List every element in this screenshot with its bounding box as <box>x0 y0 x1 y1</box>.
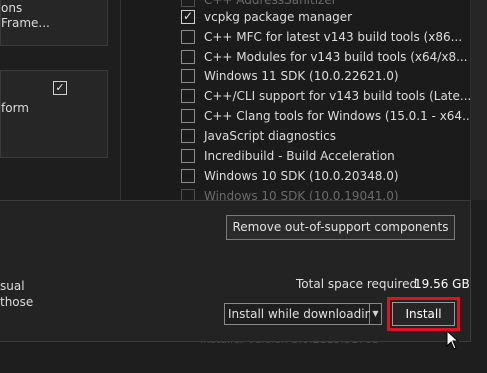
installation-details-list: C++ AddressSanitizer vcpkg package manage… <box>120 0 470 202</box>
mouse-pointer-icon <box>446 330 460 350</box>
component-row[interactable]: Incredibuild - Build Acceleration <box>181 146 470 166</box>
component-checkbox[interactable] <box>181 149 195 163</box>
total-space-value: 19.56 GB <box>414 277 470 291</box>
component-row[interactable]: C++ Clang tools for Windows (15.0.1 - x6… <box>181 106 470 126</box>
component-checkbox[interactable] <box>181 109 195 123</box>
install-button[interactable]: Install <box>392 302 455 326</box>
component-row[interactable]: C++/CLI support for v143 build tools (La… <box>181 86 470 106</box>
workload-card-2[interactable]: ✓ form <box>0 70 108 158</box>
component-checkbox[interactable] <box>181 50 195 64</box>
component-row[interactable]: JavaScript diagnostics <box>181 126 470 146</box>
component-checkbox[interactable] <box>181 89 195 103</box>
total-space-label: Total space required <box>296 277 418 291</box>
workload-card-text-line-2: Frame... <box>1 16 50 30</box>
component-row[interactable]: C++ MFC for latest v143 build tools (x86… <box>181 27 470 47</box>
component-label: Incredibuild - Build Acceleration <box>204 149 395 163</box>
component-label: JavaScript diagnostics <box>204 129 336 143</box>
component-label: C++ Clang tools for Windows (15.0.1 - x6… <box>204 109 470 123</box>
component-row[interactable]: C++ Modules for v143 build tools (x64/x8… <box>181 47 470 67</box>
component-checkbox[interactable] <box>181 129 195 143</box>
component-label: C++ AddressSanitizer <box>204 0 337 7</box>
component-label: C++ MFC for latest v143 build tools (x86… <box>204 30 463 44</box>
footer-text-line-1: sual <box>0 279 25 293</box>
component-label: Windows 11 SDK (10.0.22621.0) <box>204 69 399 83</box>
remove-out-of-support-button[interactable]: Remove out-of-support components <box>226 215 455 240</box>
component-label: Windows 10 SDK (10.0.20348.0) <box>204 169 399 183</box>
chevron-down-icon[interactable]: ▼ <box>370 303 382 325</box>
install-mode-select[interactable]: Install while downloading <box>224 303 380 325</box>
component-row[interactable]: Windows 11 SDK (10.0.22621.0) <box>181 66 470 86</box>
workload-card-1[interactable]: ons Frame... <box>0 0 108 46</box>
install-footer: Remove out-of-support components sual th… <box>0 200 471 342</box>
component-checkbox[interactable] <box>181 9 195 24</box>
component-checkbox[interactable] <box>181 0 195 7</box>
component-label: C++/CLI support for v143 build tools (La… <box>204 89 470 103</box>
component-label: C++ Modules for v143 build tools (x64/x8… <box>204 50 468 64</box>
component-checkbox[interactable] <box>181 169 195 183</box>
component-checkbox[interactable] <box>181 30 195 44</box>
footer-text-line-2: those <box>0 295 34 309</box>
component-row[interactable]: vcpkg package manager <box>181 7 470 27</box>
scrollbar-track[interactable] <box>470 0 487 200</box>
component-label: vcpkg package manager <box>204 10 353 24</box>
component-checkbox[interactable] <box>181 69 195 83</box>
workload-checkbox[interactable]: ✓ <box>53 81 67 95</box>
workload-card-text: form <box>1 101 29 115</box>
component-row[interactable]: Windows 10 SDK (10.0.20348.0) <box>181 166 470 186</box>
workload-card-text-line-1: ons <box>1 1 23 15</box>
